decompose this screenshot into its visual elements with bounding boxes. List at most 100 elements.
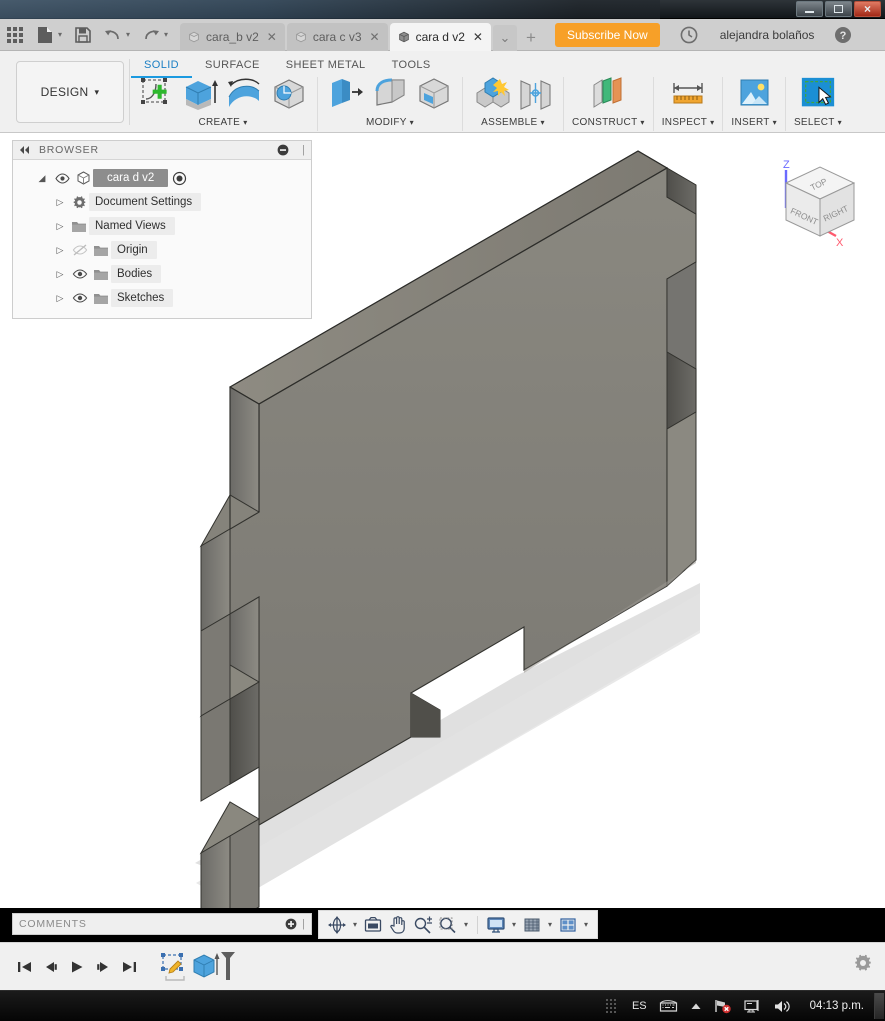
orbit-caret-icon[interactable]: ▾ (350, 920, 360, 929)
collapse-left-icon[interactable] (19, 145, 31, 155)
keyboard-icon[interactable] (659, 999, 678, 1013)
root-visibility-icon[interactable] (51, 172, 73, 184)
comments-resize-grip[interactable]: | (302, 918, 305, 930)
quick-access-bar: ▾ ▾ ▾ cara_b v2 ✕ cara c v3 ✕ cara d v2 … (0, 19, 885, 51)
new-tab-button[interactable]: + (519, 25, 543, 51)
panel-inspect-label[interactable]: INSPECT ▾ (662, 117, 715, 128)
timeline-play-button[interactable] (64, 953, 90, 981)
expand-arrow-icon[interactable]: ▷ (51, 293, 69, 304)
timeline-end-marker[interactable] (218, 949, 238, 985)
document-tab-close-icon[interactable]: ✕ (473, 30, 483, 44)
root-activate-icon[interactable] (168, 171, 190, 186)
document-tab-close-icon[interactable]: ✕ (370, 30, 380, 44)
window-controls: × (796, 1, 881, 17)
fit-icon[interactable] (436, 913, 460, 937)
document-cube-icon (296, 31, 306, 42)
panel-select-caret-icon: ▾ (837, 118, 842, 127)
subscribe-now-button[interactable]: Subscribe Now (554, 22, 660, 47)
visibility-icon[interactable] (69, 268, 91, 280)
workspace-switcher-button[interactable]: DESIGN ▾ (16, 61, 124, 123)
panel-assemble-label[interactable]: ASSEMBLE ▾ (481, 117, 545, 128)
panel-construct-label[interactable]: CONSTRUCT ▾ (572, 117, 645, 128)
redo-caret-icon[interactable]: ▾ (161, 30, 171, 39)
show-desktop-button[interactable] (874, 993, 884, 1019)
shell-icon[interactable] (414, 75, 454, 113)
expand-arrow-icon[interactable]: ▷ (51, 197, 69, 208)
minimize-button[interactable] (796, 1, 823, 17)
comments-panel[interactable]: COMMENTS | (12, 913, 312, 935)
browser-node-sketches[interactable]: ▷ Sketches (13, 286, 311, 310)
joint-icon[interactable] (515, 75, 555, 113)
root-expand-arrow-icon[interactable]: ◢ (33, 173, 51, 184)
sweep-hole-icon[interactable] (269, 75, 309, 113)
apps-grid-button[interactable] (0, 20, 30, 50)
visibility-icon[interactable] (69, 292, 91, 304)
document-tab-cara-d[interactable]: cara d v2 ✕ (389, 22, 491, 51)
language-indicator[interactable]: ES (632, 1000, 647, 1012)
help-button[interactable]: ? (828, 20, 858, 50)
look-at-icon[interactable] (361, 913, 385, 937)
taskbar-clock[interactable]: 04:13 p.m. (810, 1000, 864, 1012)
orbit-icon[interactable] (325, 913, 349, 937)
sketch-feature-icon[interactable] (158, 950, 194, 984)
panel-modify-label[interactable]: MODIFY ▾ (366, 117, 414, 128)
show-hidden-icons-button[interactable] (690, 1002, 702, 1011)
document-tab-close-icon[interactable]: ✕ (267, 30, 277, 44)
fit-caret-icon[interactable]: ▾ (461, 920, 471, 929)
browser-node-root[interactable]: ◢ cara d v2 (13, 166, 311, 190)
extrude-icon[interactable] (181, 75, 221, 113)
viewport-caret-icon[interactable]: ▾ (581, 920, 591, 929)
timeline-step-back-button[interactable] (38, 953, 64, 981)
construction-plane-icon[interactable] (588, 75, 628, 113)
job-status-button[interactable] (674, 20, 704, 50)
expand-arrow-icon[interactable]: ▷ (51, 245, 69, 256)
timeline-settings-button[interactable] (853, 953, 873, 978)
revolve-icon[interactable] (225, 75, 265, 113)
expand-arrow-icon[interactable]: ▷ (51, 221, 69, 232)
panel-create-label[interactable]: CREATE ▾ (198, 117, 247, 128)
viewport-layout-icon[interactable] (556, 913, 580, 937)
timeline-go-to-end-button[interactable] (116, 953, 142, 981)
expand-arrow-icon[interactable]: ▷ (51, 269, 69, 280)
add-comment-icon[interactable] (285, 918, 297, 930)
browser-node-bodies[interactable]: ▷ Bodies (13, 262, 311, 286)
new-file-caret-icon[interactable]: ▾ (55, 30, 65, 39)
panel-select-label[interactable]: SELECT ▾ (794, 117, 842, 128)
tab-overflow-button[interactable]: ⌄ (492, 24, 517, 51)
create-sketch-icon[interactable] (137, 75, 177, 113)
select-tool-icon[interactable] (799, 75, 837, 113)
browser-resize-grip[interactable]: | (302, 144, 305, 156)
document-tab-cara-c[interactable]: cara c v3 ✕ (286, 22, 388, 51)
undo-caret-icon[interactable]: ▾ (123, 30, 133, 39)
zoom-icon[interactable] (411, 913, 435, 937)
timeline-step-forward-button[interactable] (90, 953, 116, 981)
close-button[interactable]: × (854, 1, 881, 17)
node-label: Bodies (111, 265, 162, 283)
timeline-go-to-beginning-button[interactable] (12, 953, 38, 981)
panel-insert-caret-icon: ▾ (772, 118, 777, 127)
volume-icon[interactable] (773, 999, 792, 1014)
fillet-icon[interactable] (370, 75, 410, 113)
minus-circle-icon[interactable] (277, 144, 289, 156)
user-name-label[interactable]: alejandra bolaños (720, 28, 815, 42)
display-caret-icon[interactable]: ▾ (509, 920, 519, 929)
grid-caret-icon[interactable]: ▾ (545, 920, 555, 929)
browser-node-origin[interactable]: ▷ Origin (13, 238, 311, 262)
grid-snaps-icon[interactable] (520, 913, 544, 937)
view-cube[interactable]: Z X TOP FRONT RIGHT (783, 159, 856, 249)
pan-icon[interactable] (386, 913, 410, 937)
panel-insert-label[interactable]: INSERT ▾ (731, 117, 777, 128)
press-pull-icon[interactable] (326, 75, 366, 113)
visibility-hidden-icon[interactable] (69, 244, 91, 256)
document-tab-cara-b[interactable]: cara_b v2 ✕ (180, 22, 285, 51)
display-icon[interactable] (744, 999, 761, 1014)
display-settings-icon[interactable] (484, 913, 508, 937)
browser-node-named-views[interactable]: ▷ Named Views (13, 214, 311, 238)
insert-image-icon[interactable] (734, 75, 774, 113)
new-component-icon[interactable] (471, 75, 511, 113)
maximize-button[interactable] (825, 1, 852, 17)
measure-icon[interactable] (668, 75, 708, 113)
network-error-icon[interactable] (714, 998, 732, 1014)
save-button[interactable] (68, 20, 98, 50)
browser-node-document-settings[interactable]: ▷ Document Settings (13, 190, 311, 214)
